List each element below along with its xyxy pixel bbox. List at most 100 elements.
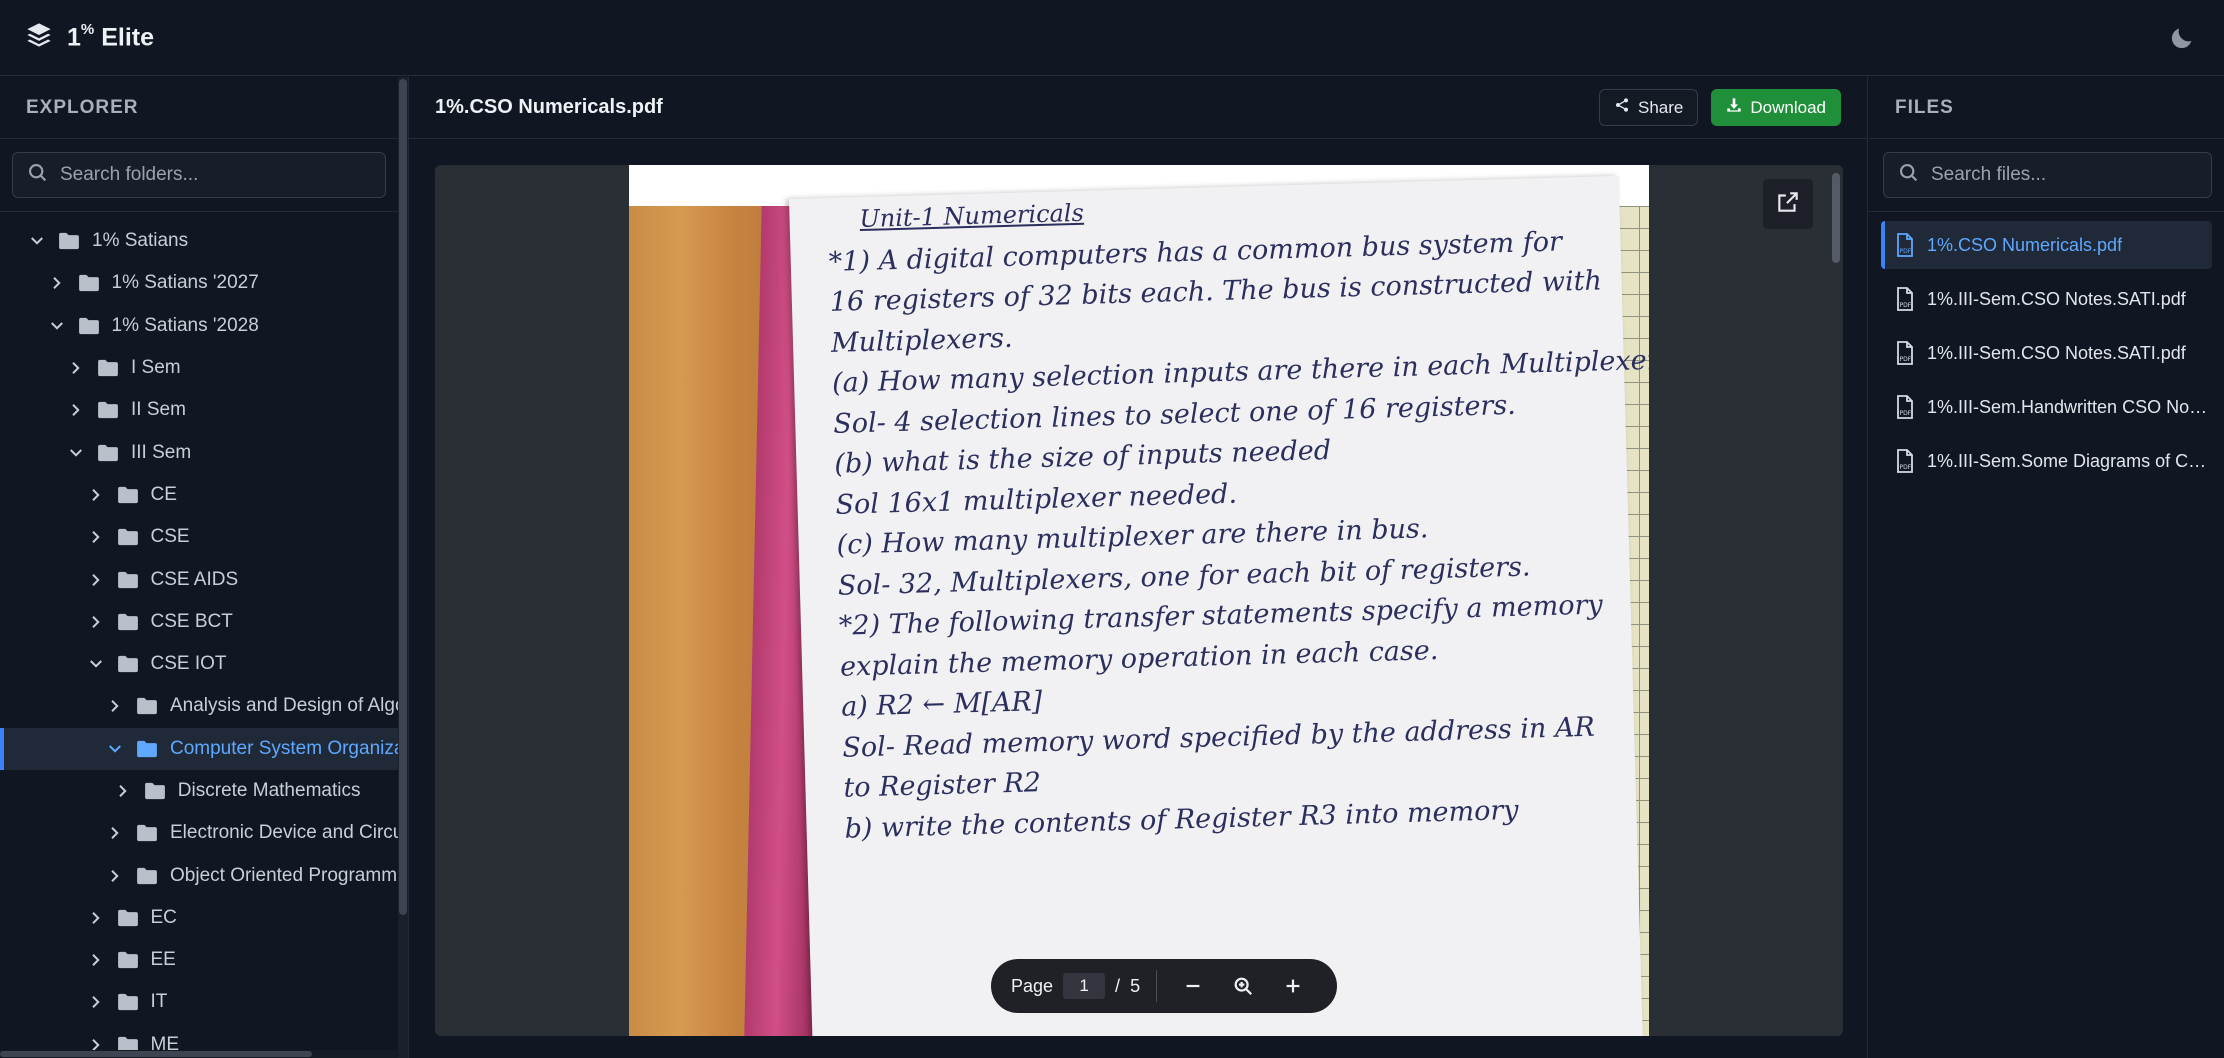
handwritten-sheet: Unit-1 Numericals *1) A digital computers… xyxy=(789,175,1649,1036)
folder-row[interactable]: Computer System Organization xyxy=(0,727,398,771)
top-bar: 1% Elite xyxy=(0,0,2224,76)
chevron-down-icon[interactable] xyxy=(48,317,66,335)
folder-icon xyxy=(117,952,138,969)
folder-icon xyxy=(137,740,157,757)
folder-row[interactable]: Object Oriented Programming xyxy=(0,854,398,896)
pdf-frame[interactable]: Unit-1 Numericals *1) A digital computers… xyxy=(435,165,1843,1036)
file-item[interactable]: PDF 1%.CSO Numericals.pdf xyxy=(1881,221,2212,269)
folder-row[interactable]: 1% Satians xyxy=(0,220,398,262)
chevron-right-icon[interactable] xyxy=(67,401,85,419)
file-search xyxy=(1883,152,2212,198)
folder-icon xyxy=(117,909,138,926)
chevron-right-icon[interactable] xyxy=(87,528,105,546)
chevron-right-icon[interactable] xyxy=(106,824,124,842)
folder-label: CE xyxy=(150,483,177,505)
folder-row[interactable]: EE xyxy=(0,939,398,981)
pdf-file-icon: PDF xyxy=(1897,449,1913,473)
folder-label: CSE IOT xyxy=(150,653,227,675)
folder-icon xyxy=(117,529,138,546)
chevron-right-icon[interactable] xyxy=(87,613,105,631)
chevron-down-icon[interactable] xyxy=(106,740,124,758)
file-search-input[interactable] xyxy=(1931,164,2211,186)
folder-row[interactable]: I Sem xyxy=(0,347,398,389)
folder-icon xyxy=(78,275,99,292)
page-number-input[interactable] xyxy=(1063,973,1106,999)
folder-row[interactable]: 1% Satians '2028 xyxy=(0,305,398,347)
explorer-scrollbar[interactable] xyxy=(398,77,408,1058)
file-item[interactable]: PDF 1%.III-Sem.Handwritten CSO Notes.pdf xyxy=(1881,383,2212,431)
layers-icon xyxy=(25,21,53,54)
chevron-right-icon[interactable] xyxy=(87,571,105,589)
chevron-right-icon[interactable] xyxy=(106,867,124,885)
folder-label: I Sem xyxy=(131,357,181,379)
folder-row[interactable]: III Sem xyxy=(0,431,398,473)
chevron-right-icon[interactable] xyxy=(87,486,105,504)
chevron-right-icon[interactable] xyxy=(106,697,124,715)
file-item[interactable]: PDF 1%.III-Sem.CSO Notes.SATI.pdf xyxy=(1881,329,2212,377)
chevron-right-icon[interactable] xyxy=(48,274,66,292)
file-name: 1%.CSO Numericals.pdf xyxy=(1927,234,2123,255)
folder-icon xyxy=(144,782,165,800)
folder-icon xyxy=(117,571,138,588)
zoom-out-button[interactable] xyxy=(1173,966,1213,1006)
download-label: Download xyxy=(1750,97,1826,117)
pdf-scrollbar[interactable] xyxy=(1829,165,1843,1036)
folder-icon xyxy=(98,359,118,377)
folder-row[interactable]: CSE AIDS xyxy=(0,558,398,600)
folder-row[interactable]: Discrete Mathematics xyxy=(0,770,398,812)
folder-row[interactable]: Electronic Device and Circuits xyxy=(0,812,398,854)
chevron-right-icon[interactable] xyxy=(87,993,105,1011)
explorer-title: EXPLORER xyxy=(0,77,398,139)
moon-icon[interactable] xyxy=(2168,24,2196,52)
folder-label: 1% Satians '2027 xyxy=(111,272,259,294)
chevron-down-icon[interactable] xyxy=(28,232,46,250)
plus-icon xyxy=(1286,979,1300,993)
folder-tree: 1% Satians 1% Satians '2027 1% Satians '20… xyxy=(0,212,398,1058)
folder-label: Computer System Organization xyxy=(170,737,398,759)
chevron-right-icon[interactable] xyxy=(114,782,132,800)
folder-icon xyxy=(137,825,157,842)
share-button[interactable]: Share xyxy=(1599,89,1699,126)
zoom-in-button[interactable] xyxy=(1273,966,1313,1006)
handwritten-line: b) write the contents of Register R3 int… xyxy=(844,794,1519,845)
folder-icon xyxy=(78,317,99,334)
open-external-button[interactable] xyxy=(1763,179,1813,229)
folder-label: 1% Satians xyxy=(92,230,189,252)
page-total: 5 xyxy=(1130,975,1141,996)
folder-row[interactable]: 1% Satians '2027 xyxy=(0,262,398,304)
chevron-down-icon[interactable] xyxy=(67,444,85,462)
chevron-right-icon[interactable] xyxy=(87,951,105,969)
folder-row[interactable]: EC xyxy=(0,897,398,939)
folder-row[interactable]: CSE xyxy=(0,516,398,558)
folder-label: III Sem xyxy=(131,441,192,463)
file-title: 1%.CSO Numericals.pdf xyxy=(435,96,663,118)
chevron-down-icon[interactable] xyxy=(87,655,105,673)
folder-search-input[interactable] xyxy=(60,164,385,186)
zoom-fit-button[interactable] xyxy=(1223,966,1263,1006)
explorer-horizontal-scrollbar[interactable] xyxy=(0,1050,398,1058)
share-label: Share xyxy=(1638,97,1684,117)
folder-label: Electronic Device and Circuits xyxy=(170,822,398,844)
brand-name: 1% Elite xyxy=(67,20,154,52)
folder-row[interactable]: CSE IOT xyxy=(0,643,398,685)
folder-row[interactable]: CE xyxy=(0,474,398,516)
chevron-right-icon[interactable] xyxy=(87,909,105,927)
brand[interactable]: 1% Elite xyxy=(25,21,154,54)
handwritten-line: Sol- 4 selection lines to select one of … xyxy=(832,389,1517,440)
files-title: FILES xyxy=(1869,77,2224,139)
svg-text:PDF: PDF xyxy=(1900,356,1912,363)
folder-label: EC xyxy=(150,906,177,928)
folder-row[interactable]: II Sem xyxy=(0,389,398,431)
file-item[interactable]: PDF 1%.III-Sem.Some Diagrams of CSO.pdf xyxy=(1881,437,2212,485)
files-panel: FILES PDF 1%.CSO Numericals.pdf PDF 1%.III-… xyxy=(1869,77,2224,1058)
folder-label: CSE AIDS xyxy=(150,568,239,590)
folder-row[interactable]: CSE BCT xyxy=(0,601,398,643)
file-item[interactable]: PDF 1%.III-Sem.CSO Notes.SATI.pdf xyxy=(1881,275,2212,323)
folder-row[interactable]: IT xyxy=(0,981,398,1023)
folder-icon xyxy=(117,613,138,630)
download-button[interactable]: Download xyxy=(1711,89,1841,126)
folder-label: Analysis and Design of Algorithms xyxy=(170,695,398,717)
folder-row[interactable]: Analysis and Design of Algorithms xyxy=(0,685,398,727)
pdf-file-icon: PDF xyxy=(1897,287,1913,311)
chevron-right-icon[interactable] xyxy=(67,359,85,377)
